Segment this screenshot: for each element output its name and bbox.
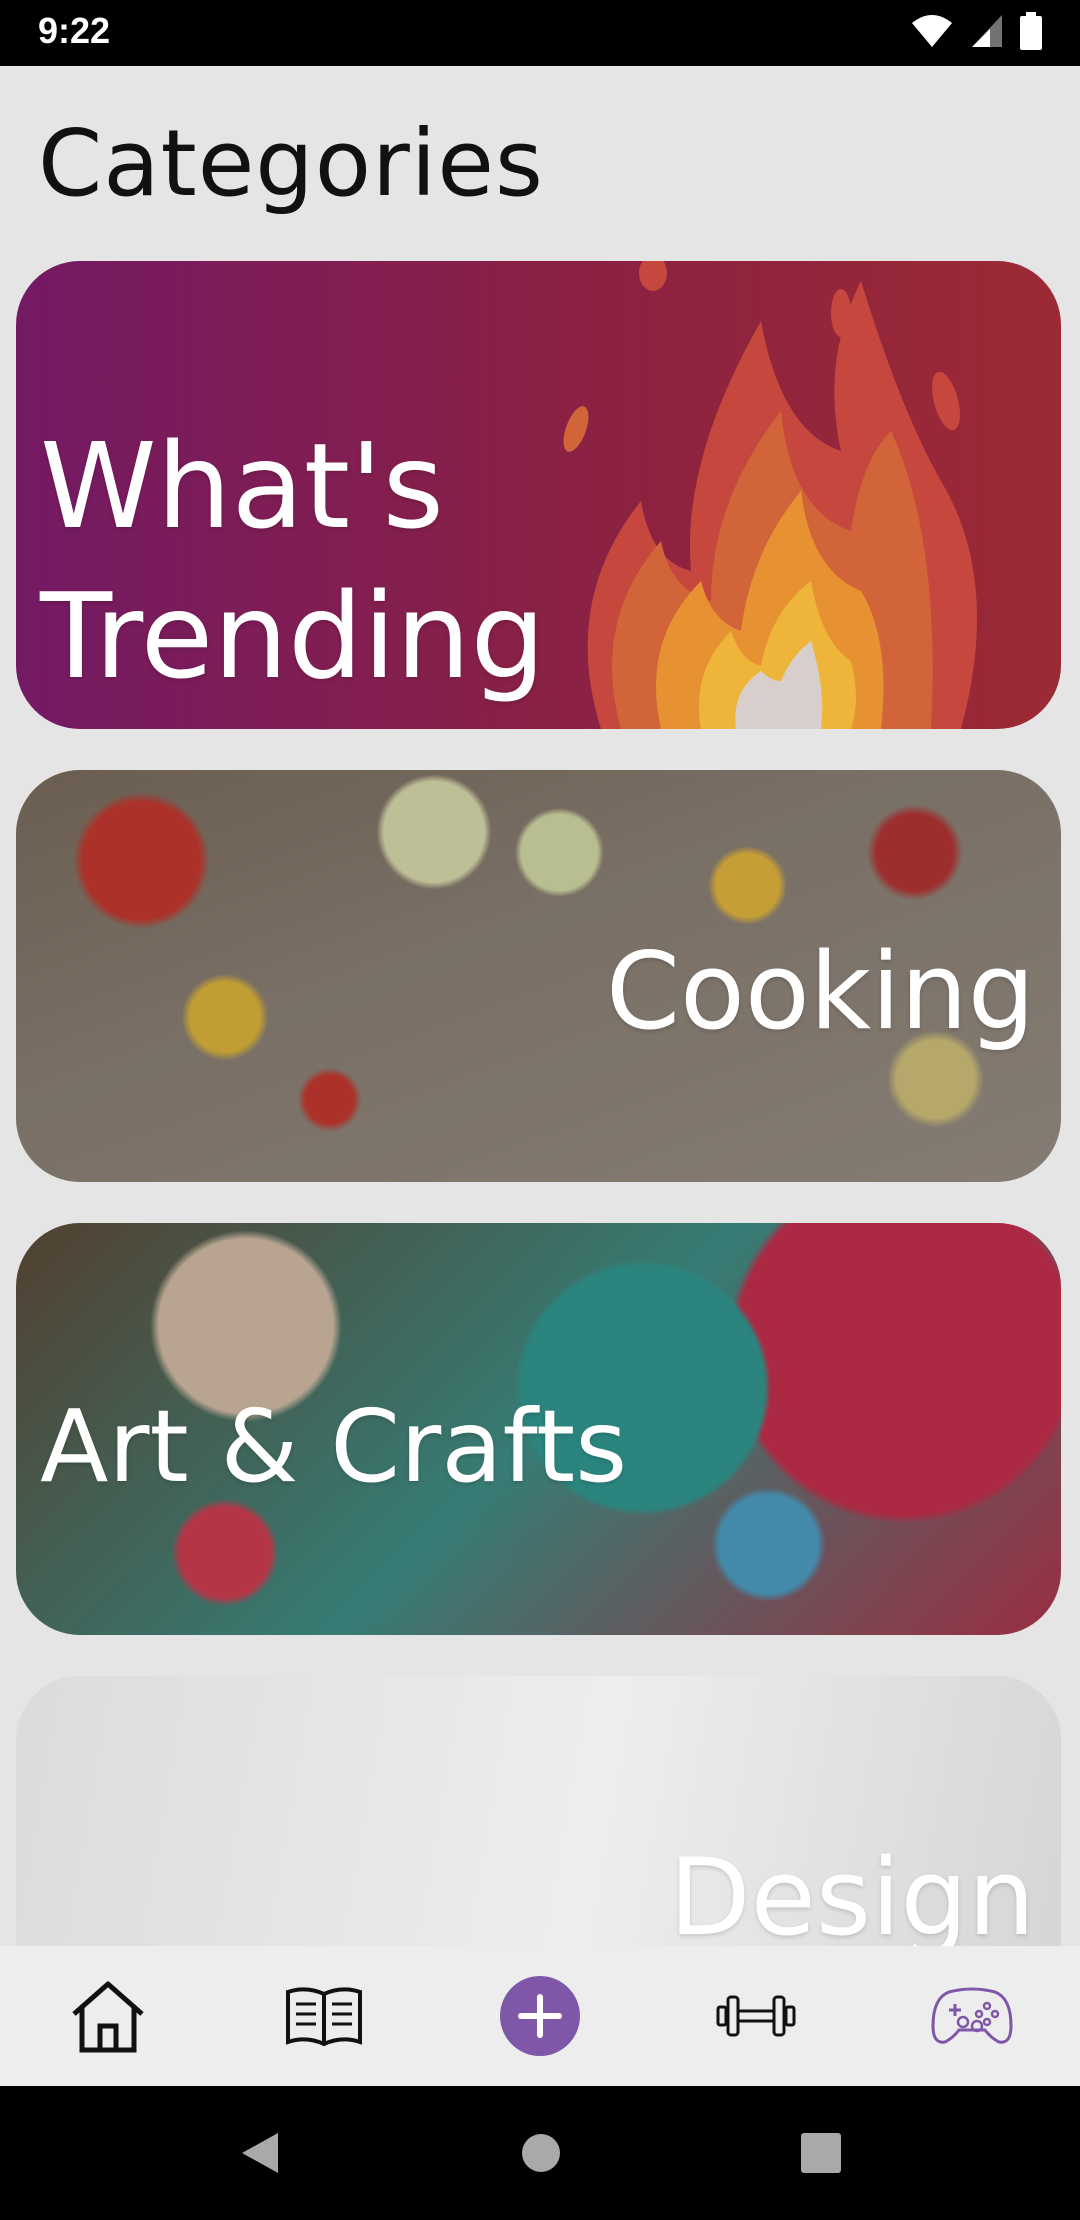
wifi-icon — [912, 15, 952, 47]
nav-book-button[interactable] — [269, 1961, 379, 2071]
status-icons — [910, 12, 1042, 50]
category-label: What's Trending — [40, 417, 546, 705]
category-card-design[interactable]: Design — [16, 1676, 1061, 1976]
battery-icon — [1020, 12, 1042, 50]
add-icon — [500, 1976, 580, 2056]
status-bar: 9:22 — [0, 0, 1080, 66]
nav-fitness-button[interactable] — [701, 1961, 811, 2071]
gamepad-icon — [931, 1987, 1013, 2044]
category-card-cooking[interactable]: Cooking — [16, 770, 1061, 1182]
category-card-crafts[interactable]: Art & Crafts — [16, 1223, 1061, 1635]
dumbbell-icon — [716, 1995, 796, 2037]
signal-icon — [972, 15, 1002, 47]
category-label: Design — [669, 1836, 1035, 1959]
category-label: Cooking — [605, 930, 1035, 1053]
category-card-trending[interactable]: What's Trending — [16, 261, 1061, 729]
nav-games-button[interactable] — [917, 1961, 1027, 2071]
category-label: Art & Crafts — [40, 1388, 628, 1505]
nav-home-button[interactable] — [53, 1961, 163, 2071]
bottom-nav — [0, 1946, 1080, 2086]
status-time: 9:22 — [38, 10, 111, 51]
page-title: Categories — [38, 110, 544, 217]
back-icon[interactable] — [238, 2129, 282, 2177]
nav-add-button[interactable] — [485, 1961, 595, 2071]
book-icon — [286, 1987, 362, 2047]
home-circle-icon[interactable] — [519, 2131, 563, 2175]
recents-icon[interactable] — [800, 2132, 842, 2174]
home-icon — [72, 1981, 144, 2053]
system-nav-bar — [0, 2086, 1080, 2220]
